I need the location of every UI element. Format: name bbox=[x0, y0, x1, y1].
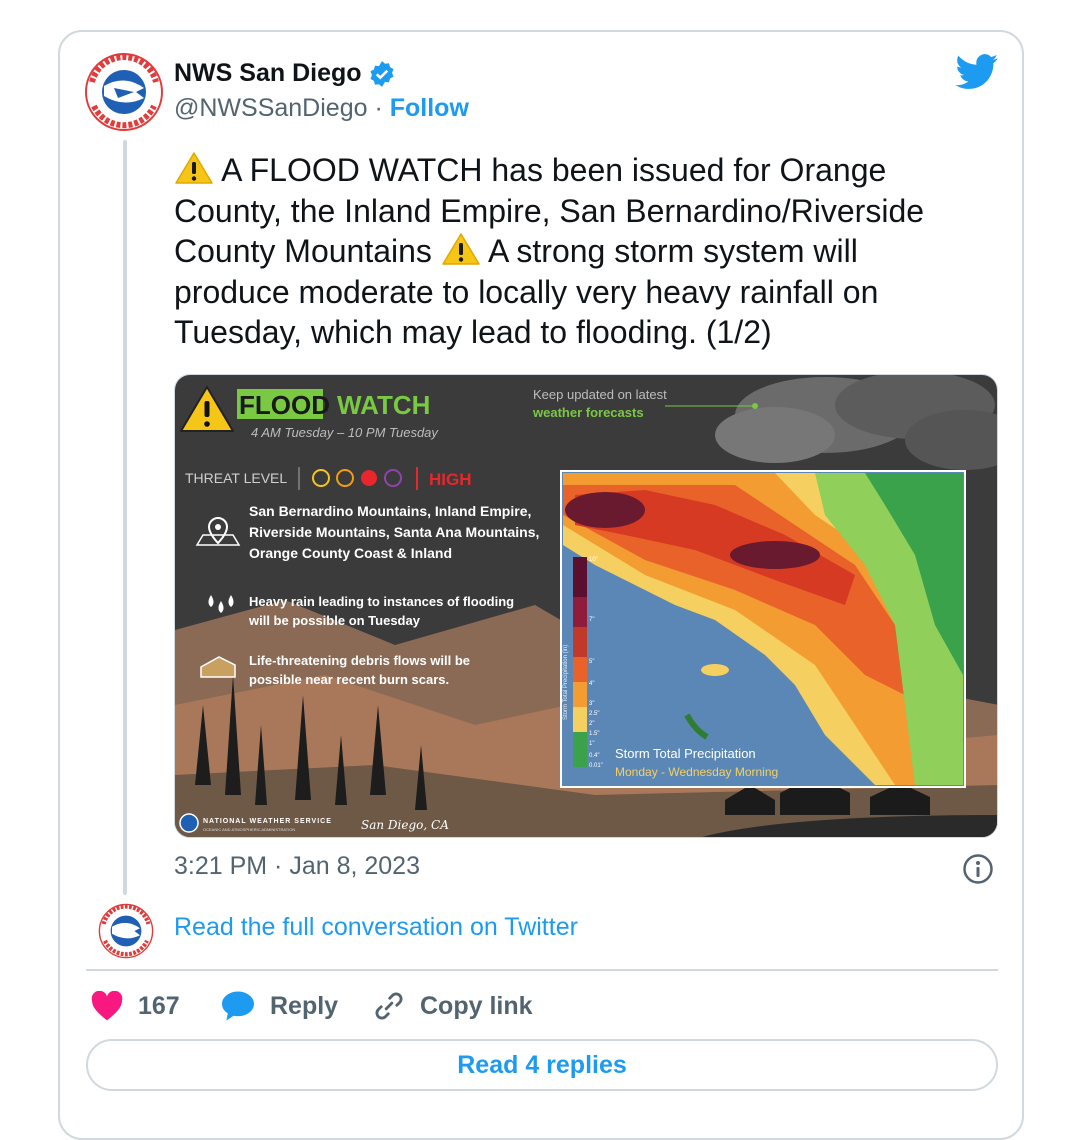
rain-line2: will be possible on Tuesday bbox=[248, 613, 421, 628]
map-title: Storm Total Precipitation bbox=[615, 746, 756, 761]
footer-sub: OCEANIC AND ATMOSPHERIC ADMINISTRATION bbox=[203, 827, 295, 832]
reply-label: Reply bbox=[270, 991, 339, 1020]
legend-tick: 0.4" bbox=[589, 753, 599, 759]
legend-tick: 2.5" bbox=[589, 711, 599, 717]
copy-link-label: Copy link bbox=[420, 991, 533, 1020]
flood-watch-graphic: FLOOD WATCH 4 AM Tuesday – 10 PM Tuesday… bbox=[175, 375, 997, 837]
divider bbox=[86, 969, 998, 971]
legend-tick: 10" bbox=[589, 557, 598, 563]
nws-logo-icon[interactable] bbox=[98, 903, 154, 959]
legend-tick: 1.5" bbox=[589, 731, 599, 737]
legend-tick: 5" bbox=[589, 659, 594, 665]
nws-logo-icon[interactable] bbox=[84, 52, 164, 132]
copy-link-button[interactable]: Copy link bbox=[372, 988, 533, 1024]
info-icon[interactable] bbox=[962, 853, 994, 885]
areas-line3: Orange County Coast & Inland bbox=[249, 545, 452, 561]
tweet-text: A FLOOD WATCH has been issued for Orange… bbox=[174, 150, 974, 353]
legend-tick: 3" bbox=[589, 701, 594, 707]
keep-updated-line2: weather forecasts bbox=[532, 405, 644, 420]
tweet-timestamp[interactable]: 3:21 PM · Jan 8, 2023 bbox=[174, 852, 420, 881]
legend-tick: 0.01" bbox=[589, 763, 603, 769]
time-range: 4 AM Tuesday – 10 PM Tuesday bbox=[251, 425, 439, 440]
rain-line1: Heavy rain leading to instances of flood… bbox=[249, 594, 514, 609]
areas-line1: San Bernardino Mountains, Inland Empire, bbox=[249, 503, 531, 519]
read-conversation-link[interactable]: Read the full conversation on Twitter bbox=[174, 913, 578, 942]
handle-separator: · bbox=[367, 94, 390, 122]
handle-row: @NWSSanDiego · Follow bbox=[174, 94, 469, 123]
precipitation-map: Storm Total Precipitation (in) 10" 7" 5"… bbox=[560, 470, 966, 788]
headline-flood: FLOOD bbox=[239, 390, 330, 420]
legend-tick: 2" bbox=[589, 721, 594, 727]
account-name[interactable]: NWS San Diego bbox=[174, 59, 362, 88]
areas-line2: Riverside Mountains, Santa Ana Mountains… bbox=[249, 524, 539, 540]
legend-axis-label: Storm Total Precipitation (in) bbox=[563, 645, 569, 720]
headline-watch: WATCH bbox=[337, 390, 430, 420]
read-replies-button[interactable]: Read 4 replies bbox=[86, 1039, 998, 1091]
warning-icon bbox=[442, 233, 480, 265]
thread-line bbox=[123, 140, 127, 895]
reply-button[interactable]: Reply bbox=[220, 988, 338, 1024]
reply-bubble-icon bbox=[222, 991, 254, 1021]
debris-line1: Life-threatening debris flows will be bbox=[249, 653, 470, 668]
tweet-media-image[interactable]: FLOOD WATCH 4 AM Tuesday – 10 PM Tuesday… bbox=[174, 374, 998, 838]
debris-line2: possible near recent burn scars. bbox=[249, 672, 449, 687]
map-subtitle: Monday - Wednesday Morning bbox=[615, 765, 778, 779]
threat-level-label: THREAT LEVEL bbox=[185, 470, 287, 486]
verified-badge-icon bbox=[370, 61, 394, 87]
legend-tick: 1" bbox=[589, 741, 594, 747]
footer-org: NATIONAL WEATHER SERVICE bbox=[203, 818, 332, 825]
link-icon bbox=[375, 992, 403, 1020]
like-button[interactable]: 167 bbox=[90, 988, 180, 1024]
like-count: 167 bbox=[138, 991, 180, 1020]
warning-icon bbox=[175, 152, 213, 184]
heart-icon bbox=[91, 991, 123, 1021]
legend-tick: 4" bbox=[589, 681, 594, 687]
threat-level-value: HIGH bbox=[429, 470, 472, 489]
keep-updated-line1: Keep updated on latest bbox=[533, 387, 667, 402]
legend-tick: 7" bbox=[589, 617, 594, 623]
follow-link[interactable]: Follow bbox=[390, 94, 469, 122]
twitter-bird-icon[interactable] bbox=[955, 54, 999, 90]
footer-city: San Diego, CA bbox=[361, 818, 449, 832]
account-handle[interactable]: @NWSSanDiego bbox=[174, 94, 368, 122]
